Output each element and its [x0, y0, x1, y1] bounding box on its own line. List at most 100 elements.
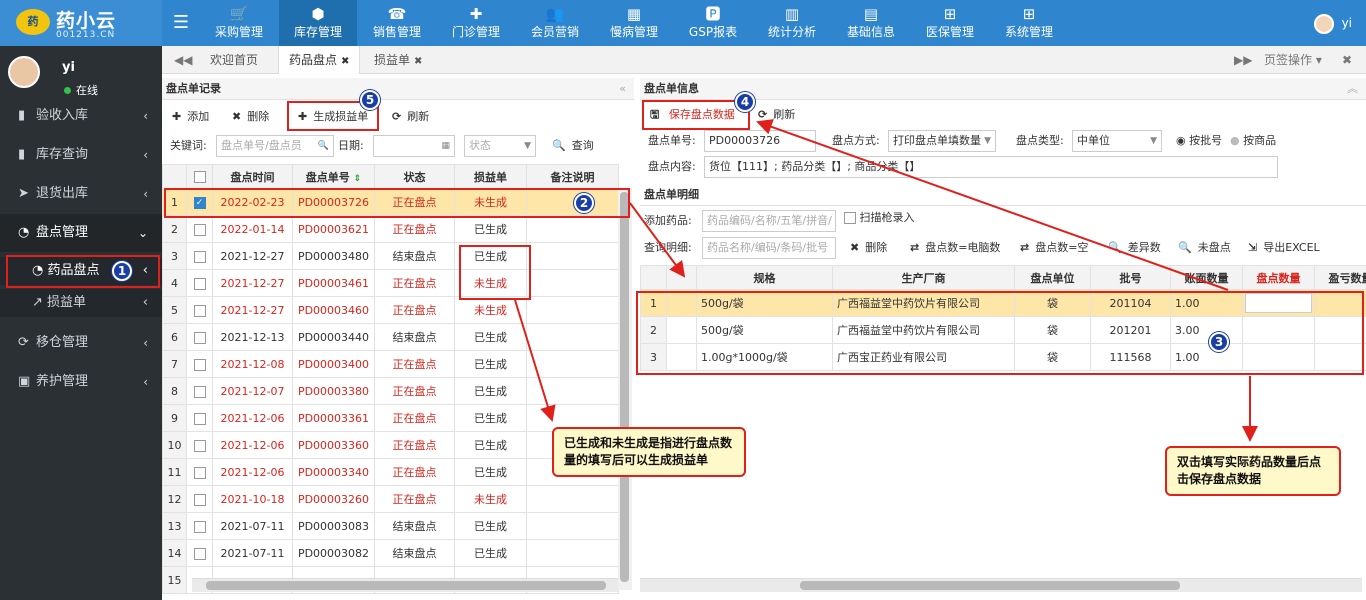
radio-by-batch[interactable]: ◉ 按批号: [1176, 130, 1222, 152]
horizontal-scrollbar[interactable]: [192, 578, 618, 592]
order-no-field[interactable]: PD00003726: [704, 130, 816, 152]
column-header[interactable]: 盘点数量: [1242, 265, 1315, 290]
set-count-empty-button[interactable]: ⇄ 盘点数=空: [1020, 237, 1088, 259]
cell-order-no: PD00003461: [292, 269, 375, 297]
nav-windows-10[interactable]: ⊞ 系统管理: [990, 0, 1068, 46]
row-checkbox[interactable]: [186, 458, 213, 486]
sidebar-item-return[interactable]: ➤ 退货出库 ‹: [0, 175, 162, 213]
row-checkbox[interactable]: [186, 323, 213, 351]
row-checkbox[interactable]: [186, 350, 213, 378]
nav-report-6[interactable]: 🅿 GSP报表: [674, 0, 752, 46]
table-row[interactable]: 11 2021-12-06 PD00003340 正在盘点 已生成: [162, 458, 619, 486]
not-counted-button[interactable]: 🔍 未盘点: [1178, 237, 1231, 259]
nav-windows-9[interactable]: ⊞ 医保管理: [911, 0, 989, 46]
column-header[interactable]: 损益单: [454, 164, 527, 189]
row-checkbox[interactable]: [186, 269, 213, 297]
delete-button[interactable]: ✖ 删除: [232, 106, 269, 128]
type-select[interactable]: 中单位 ▼: [1072, 130, 1162, 152]
table-row[interactable]: 12 2021-10-18 PD00003260 正在盘点 未生成: [162, 485, 619, 513]
select-all-checkbox[interactable]: [186, 164, 213, 189]
export-excel-button[interactable]: ⇲ 导出EXCEL: [1248, 237, 1320, 259]
nav-medkit-3[interactable]: ✚ 门诊管理: [437, 0, 515, 46]
pie-icon: ◔: [18, 225, 30, 240]
table-row[interactable]: 6 2021-12-13 PD00003440 结束盘点 已生成: [162, 323, 619, 351]
table-row[interactable]: 10 2021-12-06 PD00003360 正在盘点 已生成: [162, 431, 619, 459]
mode-select[interactable]: 打印盘点单填数量 ▼: [888, 130, 996, 152]
nav-bar-chart-7[interactable]: ▥ 统计分析: [753, 0, 831, 46]
row-checkbox[interactable]: [186, 404, 213, 432]
nav-box-1[interactable]: ⬢ 库存管理: [279, 0, 357, 46]
row-checkbox[interactable]: [186, 512, 213, 540]
nav-register-2[interactable]: ☎ 销售管理: [358, 0, 436, 46]
refresh-button[interactable]: ⟳ 刷新: [392, 106, 429, 128]
cell-date: 2021-12-27: [212, 296, 293, 324]
add-drug-input[interactable]: 药品编码/名称/五笔/拼音/条: [702, 210, 836, 232]
refresh-button[interactable]: ⟳ 刷新: [758, 104, 795, 126]
column-header[interactable]: 盘点时间: [212, 164, 293, 189]
table-row[interactable]: 4 2021-12-27 PD00003461 正在盘点 未生成: [162, 269, 619, 297]
row-checkbox[interactable]: [186, 539, 213, 567]
user-menu[interactable]: yi: [1313, 12, 1352, 34]
sidebar-item-acceptance[interactable]: ▮ 验收入库 ‹: [0, 97, 162, 135]
query-button[interactable]: 🔍 查询: [552, 135, 594, 157]
column-header[interactable]: 盈亏数量: [1314, 265, 1366, 290]
table-row[interactable]: 7 2021-12-08 PD00003400 正在盘点 已生成: [162, 350, 619, 378]
table-row[interactable]: 9 2021-12-06 PD00003361 正在盘点 已生成: [162, 404, 619, 432]
row-number: 2: [162, 215, 187, 243]
column-header[interactable]: 状态: [374, 164, 455, 189]
tab-next-icon[interactable]: ▶▶: [1234, 46, 1252, 74]
radio-by-product[interactable]: ● 按商品: [1230, 130, 1276, 152]
sidebar-item-loss[interactable]: ↗ 损益单 ‹: [0, 289, 162, 317]
close-all-icon[interactable]: ✖: [1342, 46, 1352, 74]
tab-drug-inventory[interactable]: 药品盘点 ✖: [278, 46, 361, 74]
collapse-icon[interactable]: «: [619, 78, 626, 100]
column-header[interactable]: 规格: [696, 265, 833, 290]
nav-users-4[interactable]: 👥 会员营销: [516, 0, 594, 46]
row-checkbox[interactable]: [186, 377, 213, 405]
diff-button[interactable]: 🔍 差异数: [1108, 237, 1161, 259]
table-row[interactable]: 5 2021-12-27 PD00003460 正在盘点 未生成: [162, 296, 619, 324]
row-number: 5: [162, 296, 187, 324]
tab-prev-icon[interactable]: ◀◀: [174, 46, 192, 74]
row-checkbox[interactable]: [186, 215, 213, 243]
tab-ops-dropdown[interactable]: 页签操作 ▾: [1262, 46, 1322, 74]
column-header[interactable]: 盘点单号 ⇕: [292, 164, 375, 189]
table-row[interactable]: 13 2021-07-11 PD00003083 结束盘点 已生成: [162, 512, 619, 540]
vertical-scrollbar[interactable]: [618, 188, 632, 590]
nav-book-8[interactable]: ▤ 基础信息: [832, 0, 910, 46]
detail-horizontal-scrollbar[interactable]: [640, 578, 1362, 592]
menu-toggle-icon[interactable]: ☰: [170, 12, 192, 34]
row-number-header: [162, 164, 187, 189]
date-input[interactable]: ▦: [373, 135, 455, 157]
table-row[interactable]: 3 2021-12-27 PD00003480 结束盘点 已生成: [162, 242, 619, 270]
table-row[interactable]: 14 2021-07-11 PD00003082 结束盘点 已生成: [162, 539, 619, 567]
sidebar-item-maintenance[interactable]: ▣ 养护管理 ‹: [0, 363, 162, 401]
add-button[interactable]: ✚ 添加: [172, 106, 209, 128]
scan-checkbox[interactable]: 扫描枪录入: [844, 207, 915, 229]
row-checkbox[interactable]: [186, 242, 213, 270]
sidebar-item-transfer[interactable]: ⟳ 移仓管理 ‹: [0, 324, 162, 362]
column-header[interactable]: 盘点单位: [1014, 265, 1091, 290]
table-row[interactable]: 2 2022-01-14 PD00003621 正在盘点 已生成: [162, 215, 619, 243]
row-checkbox[interactable]: [186, 431, 213, 459]
column-header[interactable]: 生产厂商: [832, 265, 1015, 290]
row-checkbox[interactable]: [186, 296, 213, 324]
keyword-input[interactable]: 盘点单号/盘点员 🔍: [216, 135, 334, 157]
table-row[interactable]: 8 2021-12-07 PD00003380 正在盘点 已生成: [162, 377, 619, 405]
query-detail-input[interactable]: 药品名称/编码/条码/批号: [702, 237, 836, 259]
collapse-icon[interactable]: ︽: [1347, 78, 1358, 100]
nav-hospital-5[interactable]: ▦ 慢病管理: [595, 0, 673, 46]
detail-delete-button[interactable]: ✖ 删除: [850, 237, 887, 259]
column-header[interactable]: 批号: [1090, 265, 1171, 290]
sidebar-item-inventory[interactable]: ◔ 盘点管理 ⌄: [0, 214, 162, 252]
row-checkbox[interactable]: [186, 485, 213, 513]
set-count-pc-button[interactable]: ⇄ 盘点数=电脑数: [910, 237, 1000, 259]
status-select[interactable]: 状态 ▼: [464, 135, 536, 157]
nav-cart-0[interactable]: 🛒 采购管理: [200, 0, 278, 46]
column-header[interactable]: 备注说明: [526, 164, 619, 189]
tab-home[interactable]: 欢迎首页: [200, 46, 268, 74]
column-header[interactable]: 账面数量: [1170, 265, 1243, 290]
content-field[interactable]: 货位【111】; 药品分类【】; 商品分类【】: [704, 156, 1278, 178]
sidebar-item-stock-query[interactable]: ▮ 库存查询 ‹: [0, 136, 162, 174]
tab-loss[interactable]: 损益单 ✖: [364, 46, 432, 74]
